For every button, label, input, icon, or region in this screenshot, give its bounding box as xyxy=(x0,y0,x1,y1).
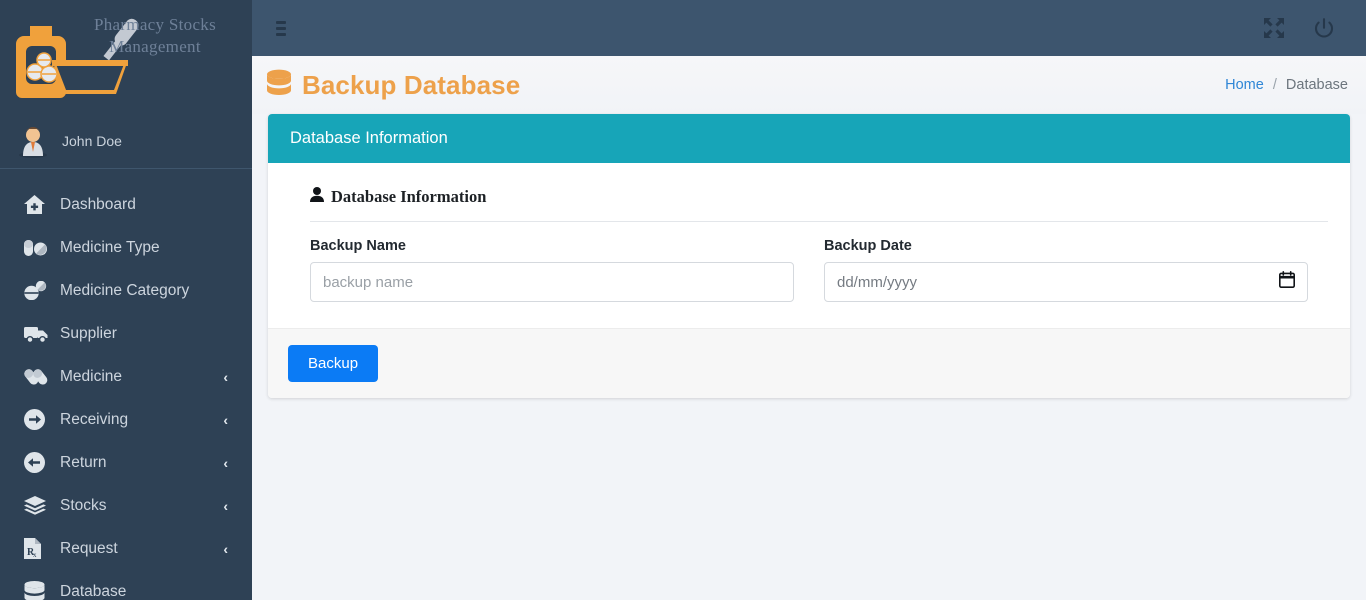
sidebar-item-medicine-type[interactable]: Medicine Type xyxy=(0,226,252,269)
prescription-file-icon: R x xyxy=(24,538,50,559)
backup-date-wrapper: dd/mm/yyyy xyxy=(824,262,1308,302)
sidebar-item-label: Request xyxy=(60,539,118,557)
app-root: Pharmacy Stocks Management John Doe Dash… xyxy=(0,0,1366,600)
backup-name-input[interactable] xyxy=(310,262,794,302)
sidebar-item-label: Receiving xyxy=(60,410,129,428)
form-section-title-text: Database Information xyxy=(331,187,487,206)
database-icon xyxy=(266,69,292,102)
card-header-title: Database Information xyxy=(268,114,1350,163)
expand-arrows-icon[interactable] xyxy=(1264,18,1284,38)
user-profile[interactable]: John Doe xyxy=(0,113,252,169)
layers-icon xyxy=(24,496,50,515)
svg-text:x: x xyxy=(33,551,37,559)
sidebar-nav: Dashboard Medicine Type Medicine Categor… xyxy=(0,169,252,600)
sidebar-item-receiving[interactable]: Receiving ‹ xyxy=(0,398,252,441)
breadcrumb-separator: / xyxy=(1272,77,1277,93)
breadcrumb: Home / Database xyxy=(1225,77,1348,93)
user-icon xyxy=(310,187,324,207)
card-footer: Backup xyxy=(268,328,1350,398)
database-information-card: Database Information Database Informatio… xyxy=(268,114,1350,398)
page-header: Backup Database Home / Database xyxy=(252,56,1366,114)
hamburger-menu-icon[interactable] xyxy=(270,14,292,43)
user-avatar-icon xyxy=(18,124,48,158)
capsule-pills-icon xyxy=(24,239,50,257)
chevron-left-icon[interactable]: ‹ xyxy=(223,455,228,471)
sidebar-item-return[interactable]: Return ‹ xyxy=(0,441,252,484)
page-content: Database Information Database Informatio… xyxy=(252,114,1366,398)
topbar-actions xyxy=(1264,17,1334,39)
backup-button[interactable]: Backup xyxy=(288,345,379,382)
sidebar-item-label: Return xyxy=(60,453,107,471)
calendar-icon[interactable] xyxy=(1279,271,1295,293)
truck-icon xyxy=(24,325,50,343)
arrow-circle-left-icon xyxy=(24,452,50,473)
sidebar-item-label: Stocks xyxy=(60,496,107,514)
top-navbar xyxy=(252,0,1366,56)
tablet-pills-icon xyxy=(24,281,50,300)
breadcrumb-current: Database xyxy=(1285,77,1348,93)
brand-area[interactable]: Pharmacy Stocks Management xyxy=(0,0,252,113)
card-body: Database Information Backup Name Backup … xyxy=(268,163,1350,328)
sidebar-item-medicine-category[interactable]: Medicine Category xyxy=(0,269,252,312)
sidebar-item-request[interactable]: R x Request ‹ xyxy=(0,527,252,570)
sidebar-item-database[interactable]: Database xyxy=(0,570,252,600)
chevron-left-icon[interactable]: ‹ xyxy=(223,498,228,514)
backup-date-input[interactable]: dd/mm/yyyy xyxy=(824,262,1308,302)
sidebar-item-medicine[interactable]: Medicine ‹ xyxy=(0,355,252,398)
power-off-icon[interactable] xyxy=(1314,17,1334,39)
brand-name: Pharmacy Stocks Management xyxy=(93,15,217,56)
backup-name-label: Backup Name xyxy=(310,238,406,254)
breadcrumb-home-link[interactable]: Home xyxy=(1225,77,1264,93)
chevron-left-icon[interactable]: ‹ xyxy=(223,412,228,428)
sidebar-item-dashboard[interactable]: Dashboard xyxy=(0,183,252,226)
arrow-circle-right-icon xyxy=(24,409,50,430)
backup-date-placeholder: dd/mm/yyyy xyxy=(837,273,918,291)
database-icon xyxy=(24,581,50,600)
main-area: Backup Database Home / Database Database… xyxy=(252,0,1366,600)
sidebar-item-label: Dashboard xyxy=(60,195,136,213)
sidebar-item-label: Database xyxy=(60,582,127,600)
sidebar-item-stocks[interactable]: Stocks ‹ xyxy=(0,484,252,527)
backup-date-label: Backup Date xyxy=(824,238,912,254)
page-title-text: Backup Database xyxy=(302,69,521,100)
chevron-left-icon[interactable]: ‹ xyxy=(223,369,228,385)
page-title: Backup Database xyxy=(266,69,520,102)
user-name: John Doe xyxy=(62,132,122,149)
form-section-title: Database Information xyxy=(290,187,1328,207)
sidebar-item-supplier[interactable]: Supplier xyxy=(0,312,252,355)
sidebar-item-label: Medicine Type xyxy=(60,238,160,256)
sidebar: Pharmacy Stocks Management John Doe Dash… xyxy=(0,0,252,600)
sidebar-item-label: Medicine xyxy=(60,367,123,385)
home-icon xyxy=(24,195,50,214)
chevron-left-icon[interactable]: ‹ xyxy=(223,541,228,557)
sidebar-item-label: Supplier xyxy=(60,324,117,342)
capsules-icon xyxy=(24,368,50,385)
sidebar-item-label: Medicine Category xyxy=(60,281,190,299)
form-row: Backup Name Backup Date dd/mm/yyyy xyxy=(290,222,1328,306)
backup-date-group: Backup Date dd/mm/yyyy xyxy=(824,238,1308,302)
backup-name-group: Backup Name xyxy=(310,238,794,302)
